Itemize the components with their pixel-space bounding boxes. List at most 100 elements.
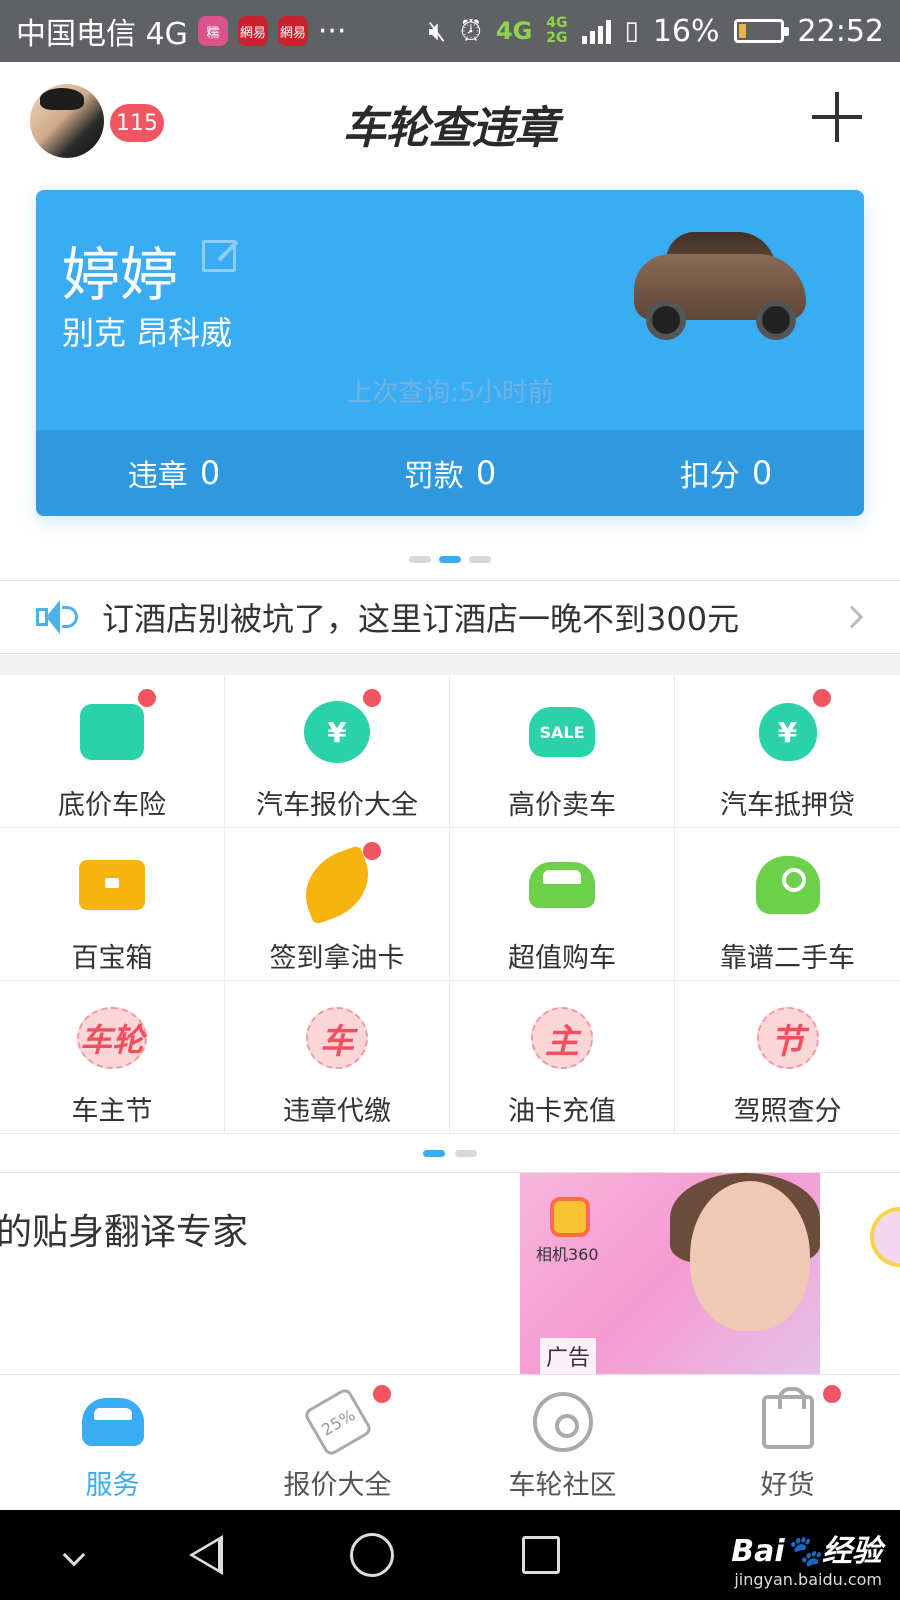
- ad-app-name: 相机360: [536, 1245, 599, 1264]
- tab-goods[interactable]: 好货: [675, 1375, 900, 1510]
- money-bag-icon: ¥: [753, 697, 823, 767]
- recents-button[interactable]: [516, 1510, 566, 1600]
- speaker-icon: [36, 598, 80, 636]
- grid-pager: [0, 1150, 900, 1157]
- stat-value: 0: [475, 454, 497, 492]
- back-triangle-icon: [189, 1535, 223, 1575]
- new-dot: [363, 689, 381, 707]
- netease-notification-icon: 網易: [237, 16, 268, 46]
- tab-label: 好货: [760, 1470, 815, 1501]
- pager-dot: [409, 556, 431, 563]
- chevron-right-icon: [840, 605, 864, 629]
- system-nav-bar: Bai🐾经验 jingyan.baidu.com: [0, 1510, 900, 1600]
- car-image: [624, 224, 814, 344]
- service-fuel-card-topup[interactable]: 主 油卡充值: [450, 981, 675, 1134]
- tab-price-list[interactable]: 25% 报价大全: [225, 1375, 450, 1510]
- new-dot: [373, 1385, 391, 1403]
- clock: 22:52: [797, 13, 884, 49]
- car-nickname: 婷婷: [62, 241, 179, 309]
- stat-points[interactable]: 扣分 0: [588, 430, 864, 516]
- edit-icon[interactable]: [202, 240, 236, 272]
- car-model: 别克 昂科威: [62, 314, 233, 352]
- carrier-label: 中国电信 4G: [16, 17, 188, 52]
- service-label: 汽车报价大全: [256, 790, 418, 821]
- tab-service[interactable]: 服务: [0, 1375, 225, 1510]
- service-label: 靠谱二手车: [720, 943, 855, 974]
- pager-dot-active: [423, 1150, 445, 1157]
- sim-icon: ▯: [624, 16, 639, 46]
- signal-icon: [581, 18, 611, 44]
- service-grid: 底价车险 ¥ 汽车报价大全 SALE 高价卖车 ¥ 汽车抵押贷 百宝箱 签到拿油…: [0, 675, 900, 1134]
- chevron-down-icon: [62, 1543, 86, 1567]
- bottom-tab-bar: 服务 25% 报价大全 车轮社区 好货: [0, 1374, 900, 1510]
- camera360-icon: [550, 1197, 590, 1237]
- service-label: 汽车抵押贷: [720, 790, 855, 821]
- service-sell-car[interactable]: SALE 高价卖车: [450, 675, 675, 828]
- baidu-watermark: Bai🐾经验 jingyan.baidu.com: [731, 1534, 882, 1589]
- stamp-zhu-icon: 主: [527, 1003, 597, 1073]
- sale-car-icon: SALE: [527, 697, 597, 767]
- green-car-icon: [527, 850, 597, 920]
- service-owner-festival[interactable]: 车轮 车主节: [0, 981, 225, 1134]
- network-type-dual: 4G 2G: [546, 15, 568, 46]
- service-buy-car[interactable]: 超值购车: [450, 828, 675, 981]
- network-type-main: 4G: [495, 17, 533, 45]
- home-button[interactable]: [342, 1510, 402, 1600]
- stat-fines[interactable]: 罚款 0: [312, 430, 588, 516]
- ad-banner[interactable]: 的贴身翻译专家 相机360 广告: [0, 1172, 900, 1374]
- service-car-loan[interactable]: ¥ 汽车抵押贷: [675, 675, 900, 828]
- service-pay-violation[interactable]: 车 违章代缴: [225, 981, 450, 1134]
- hide-nav-button[interactable]: [50, 1510, 98, 1600]
- service-checkin-fuel-card[interactable]: 签到拿油卡: [225, 828, 450, 981]
- service-label: 油卡充值: [508, 1096, 616, 1127]
- home-circle-icon: [350, 1533, 394, 1577]
- stat-label: 违章: [127, 459, 188, 494]
- feather-sign-icon: [293, 844, 381, 926]
- stat-violations[interactable]: 违章 0: [36, 430, 312, 516]
- new-dot: [813, 689, 831, 707]
- add-icon[interactable]: [812, 92, 862, 142]
- car-card[interactable]: 婷婷 别克 昂科威 上次查询:5小时前 违章 0 罚款 0 扣分 0: [36, 190, 864, 516]
- car-icon: [81, 1391, 145, 1453]
- service-used-car[interactable]: 靠谱二手车: [675, 828, 900, 981]
- next-ad-image: [870, 1207, 900, 1267]
- service-label: 签到拿油卡: [269, 943, 405, 974]
- more-notifications-icon: ···: [317, 13, 347, 49]
- stat-value: 0: [751, 454, 773, 492]
- announcement-text: 订酒店别被坑了，这里订酒店一晚不到300元: [102, 600, 740, 638]
- tab-label: 报价大全: [283, 1470, 392, 1501]
- tab-label: 服务: [85, 1470, 140, 1501]
- app-header: 115 车轮查违章: [0, 62, 900, 182]
- treasure-box-icon: [77, 850, 147, 920]
- service-treasure-box[interactable]: 百宝箱: [0, 828, 225, 981]
- app-notification-icon: 糯: [197, 16, 228, 46]
- netease-notification-icon: 網易: [277, 16, 308, 46]
- service-label: 驾照查分: [733, 1096, 842, 1127]
- service-insurance[interactable]: 底价车险: [0, 675, 225, 828]
- tab-community[interactable]: 车轮社区: [450, 1375, 675, 1510]
- new-dot: [823, 1385, 841, 1403]
- service-label: 百宝箱: [71, 943, 153, 974]
- steering-wheel-icon: [531, 1391, 595, 1453]
- price-bubble-icon: ¥: [302, 697, 372, 767]
- shopping-bag-icon: [756, 1387, 820, 1453]
- new-dot: [363, 842, 381, 860]
- recents-square-icon: [522, 1536, 560, 1574]
- new-dot: [138, 689, 156, 707]
- stamp-che-icon: 车: [302, 1003, 372, 1073]
- service-label: 底价车险: [58, 790, 166, 821]
- card-pager: [0, 556, 900, 563]
- pager-dot-active: [439, 556, 461, 563]
- brand-logo: 车轮查违章: [342, 103, 559, 154]
- service-label: 高价卖车: [508, 790, 616, 821]
- service-license-points[interactable]: 节 驾照查分: [675, 981, 900, 1134]
- violation-stats: 违章 0 罚款 0 扣分 0: [36, 430, 864, 516]
- back-button[interactable]: [176, 1510, 236, 1600]
- ad-headline: 的贴身翻译专家: [0, 1212, 249, 1253]
- pager-dot: [469, 556, 491, 563]
- battery-icon: [733, 19, 789, 43]
- last-query-time: 上次查询:5小时前: [346, 378, 554, 408]
- announcement-bar[interactable]: 订酒店别被坑了，这里订酒店一晚不到300元: [0, 580, 900, 654]
- service-label: 超值购车: [508, 943, 616, 974]
- service-car-prices[interactable]: ¥ 汽车报价大全: [225, 675, 450, 828]
